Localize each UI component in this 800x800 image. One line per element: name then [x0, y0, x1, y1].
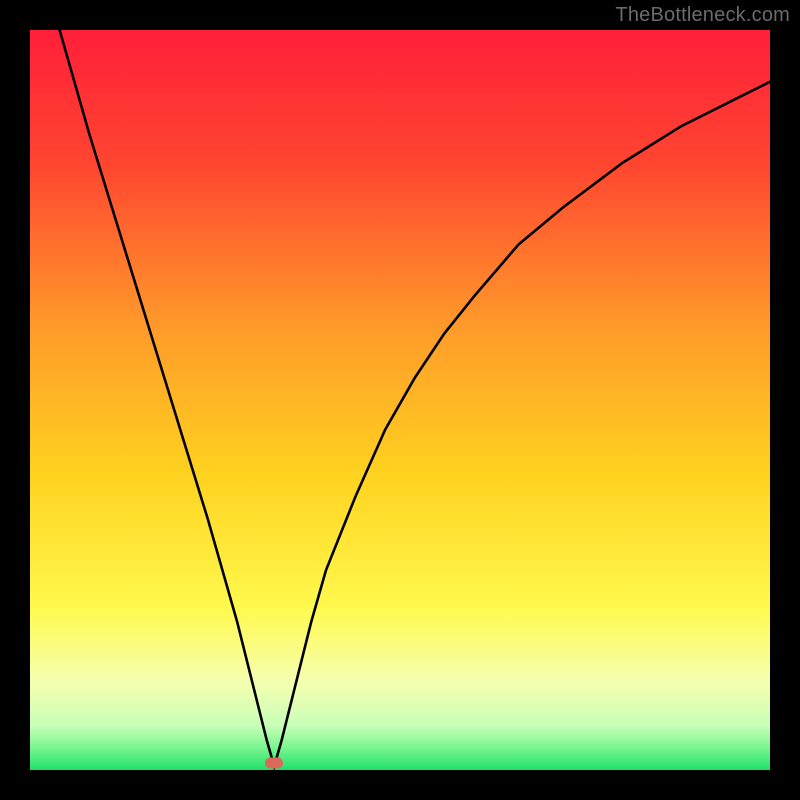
optimum-marker	[265, 757, 283, 768]
plot-area	[30, 30, 770, 770]
bottleneck-curve	[30, 30, 770, 770]
chart-frame: TheBottleneck.com	[0, 0, 800, 800]
watermark-text: TheBottleneck.com	[615, 4, 790, 27]
